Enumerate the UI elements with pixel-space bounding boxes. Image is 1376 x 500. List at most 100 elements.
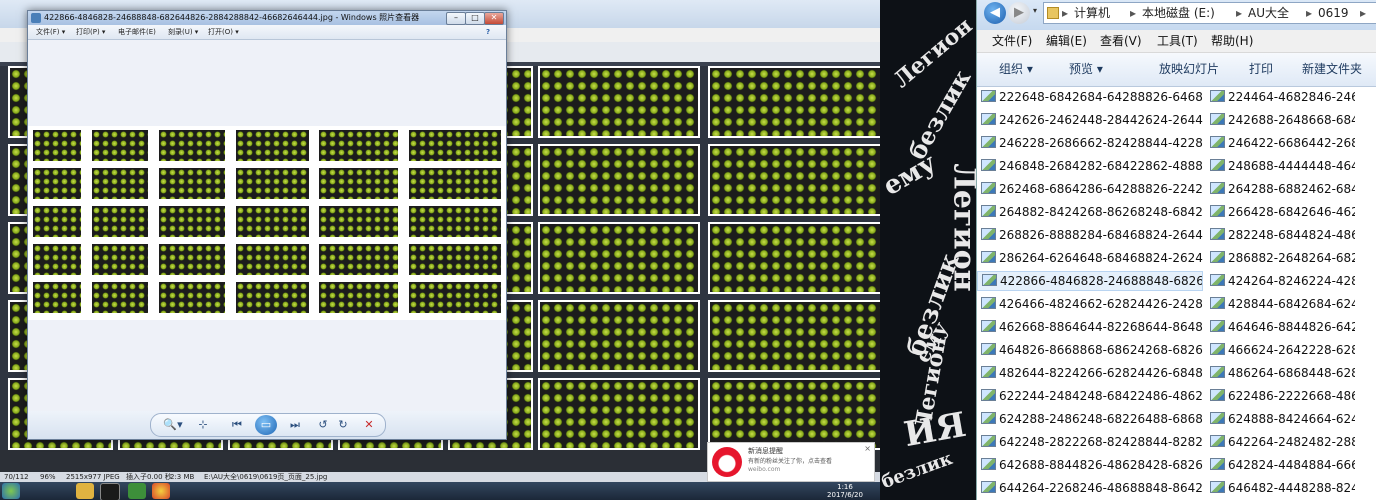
image-file-icon [1210, 113, 1225, 125]
zoom-icon[interactable]: 🔍▾ [161, 418, 185, 432]
file-list-item[interactable]: 422866-4846828-24688848-6826... [977, 271, 1203, 291]
maximize-button[interactable]: □ [465, 12, 485, 25]
menu-burn[interactable]: 刻录(U) ▾ [168, 26, 198, 38]
menu-open[interactable]: 打开(O) ▾ [208, 26, 239, 38]
image-grid-tile [317, 242, 400, 277]
file-list-item[interactable]: 242688-2648668-6842 [1206, 110, 1355, 130]
slideshow-icon[interactable]: ▭ [255, 415, 277, 435]
file-list-item[interactable]: 266428-6842646-4628 [1206, 202, 1355, 222]
menu-help[interactable]: 帮助(H) [1211, 34, 1253, 48]
image-file-icon [981, 297, 996, 309]
file-list-item[interactable]: 624288-2486248-68226488-6868... [977, 409, 1203, 429]
file-list-item[interactable]: 246422-6686442-2684 [1206, 133, 1355, 153]
rotate-left-icon[interactable]: ↺ [315, 418, 331, 432]
file-list-item[interactable]: 482644-8224266-62824426-6848... [977, 363, 1203, 383]
file-list-item[interactable]: 426466-4824662-62824426-2428... [977, 294, 1203, 314]
image-grid-tile [407, 280, 503, 315]
file-list-item[interactable]: 246848-2684282-68422862-4888... [977, 156, 1203, 176]
file-list-item[interactable]: 242626-2462448-28442624-2644... [977, 110, 1203, 130]
app-taskbar-icon[interactable] [100, 483, 120, 500]
file-list-item[interactable]: 466624-2642228-6282 [1206, 340, 1355, 360]
menu-email[interactable]: 电子邮件(E) [118, 26, 156, 38]
breadcrumb-computer[interactable]: 计算机 [1074, 6, 1110, 20]
delete-icon[interactable]: ✕ [361, 418, 377, 432]
image-file-icon [1210, 205, 1225, 217]
file-list-item[interactable]: 462668-8864644-82268644-8648... [977, 317, 1203, 337]
menu-print[interactable]: 打印(P) ▾ [76, 26, 105, 38]
menu-edit[interactable]: 编辑(E) [1046, 34, 1087, 48]
minimize-button[interactable]: – [446, 12, 466, 25]
file-list-item[interactable]: 622486-2222668-4868 [1206, 386, 1355, 406]
file-list-item[interactable]: 222648-6842684-64288826-6468... [977, 87, 1203, 107]
explorer-taskbar-icon[interactable] [76, 483, 94, 499]
start-button-icon[interactable] [2, 483, 20, 499]
slideshow-button[interactable]: 放映幻灯片 [1159, 62, 1219, 76]
file-list-item[interactable]: 428844-6842684-6244 [1206, 294, 1355, 314]
photo-viewer-titlebar[interactable]: 422866-4846828-24688848-682644826-288428… [28, 11, 506, 25]
file-list-item[interactable]: 262468-6864286-64288826-2242... [977, 179, 1203, 199]
file-name: 464646-8844826-6428 [1228, 320, 1355, 334]
file-list-item[interactable]: 286882-2648264-6822 [1206, 248, 1355, 268]
file-list-item[interactable]: 282248-6844824-4868 [1206, 225, 1355, 245]
forward-button[interactable]: ▶ [1008, 2, 1030, 24]
rotate-right-icon[interactable]: ↻ [335, 418, 351, 432]
file-list-item[interactable]: 424264-8246224-4284 [1206, 271, 1355, 291]
next-icon[interactable]: ⏭ [285, 418, 305, 432]
menu-file[interactable]: 文件(F) [992, 34, 1032, 48]
file-list-item[interactable]: 646482-4448288-8242 [1206, 478, 1355, 498]
file-list-item[interactable]: 622244-2484248-68422486-4862... [977, 386, 1203, 406]
file-list-item[interactable]: 246228-2686662-82428844-4228... [977, 133, 1203, 153]
image-grid-tile [407, 204, 503, 239]
print-button[interactable]: 打印 [1249, 62, 1273, 76]
photo-viewer-canvas[interactable] [28, 40, 506, 411]
file-name: 428844-6842684-6244 [1228, 297, 1355, 311]
address-bar[interactable]: ▸ 计算机 ▸ 本地磁盘 (E:) ▸ AU大全 ▸ 0619 ▸ [1043, 2, 1376, 24]
help-icon[interactable]: ? [486, 26, 490, 38]
file-name: 622486-2222668-4868 [1228, 389, 1355, 403]
background-thumbnail-tile [538, 144, 700, 216]
menu-tools[interactable]: 工具(T) [1157, 34, 1198, 48]
breadcrumb-au-daquan[interactable]: AU大全 [1248, 6, 1289, 20]
file-list-item[interactable]: 624888-8424664-6248 [1206, 409, 1355, 429]
menu-view[interactable]: 查看(V) [1100, 34, 1142, 48]
preview-button[interactable]: 预览 ▾ [1069, 62, 1103, 76]
file-list-item[interactable]: 642248-2822268-82428844-8282... [977, 432, 1203, 452]
image-file-icon [981, 412, 996, 424]
file-list-item[interactable]: 286264-6264648-68468824-2624... [977, 248, 1203, 268]
file-list-item[interactable]: 642824-4484884-6668 [1206, 455, 1355, 475]
organize-button[interactable]: 组织 ▾ [999, 62, 1033, 76]
file-list-item[interactable]: 644264-2268246-48688848-8642... [977, 478, 1203, 498]
breadcrumb-0619[interactable]: 0619 [1318, 6, 1349, 20]
actual-size-icon[interactable]: ⊹ [195, 418, 211, 432]
image-file-icon [981, 90, 996, 102]
image-grid-tile [31, 204, 83, 239]
new-folder-button[interactable]: 新建文件夹 [1302, 62, 1362, 76]
app-taskbar-icon[interactable] [128, 483, 146, 499]
file-list-item[interactable]: 464646-8844826-6428 [1206, 317, 1355, 337]
file-list-item[interactable]: 264288-6882462-6842 [1206, 179, 1355, 199]
explorer-nav-bar: ◀ ▶ ▾ ▸ 计算机 ▸ 本地磁盘 (E:) ▸ AU大全 ▸ 0619 ▸ [977, 0, 1376, 30]
image-grid-tile [317, 204, 400, 239]
image-file-icon [1210, 389, 1225, 401]
recent-pages-dropdown[interactable]: ▾ [1033, 6, 1037, 15]
previous-icon[interactable]: ⏮ [227, 418, 247, 432]
file-list-item[interactable]: 268826-8888284-68468824-2644... [977, 225, 1203, 245]
close-button[interactable]: ✕ [484, 12, 504, 25]
file-list-item[interactable]: 486264-6868448-6282 [1206, 363, 1355, 383]
file-list-item[interactable]: 464826-8668868-68624268-6826... [977, 340, 1203, 360]
back-button[interactable]: ◀ [984, 2, 1006, 24]
file-list-item[interactable]: 642688-8844826-48628428-6826... [977, 455, 1203, 475]
menu-file[interactable]: 文件(F) ▾ [36, 26, 65, 38]
weibo-notification[interactable]: 新消息提醒 有新的粉丝关注了你，点击查看 weibo.com × [707, 442, 875, 482]
tray-clock[interactable]: 1:16 2017/6/20 [820, 483, 870, 499]
image-grid-tile [317, 166, 400, 201]
file-name: 464826-8668868-68624268-6826... [999, 343, 1203, 357]
file-list-item[interactable]: 248688-4444448-4642 [1206, 156, 1355, 176]
file-list-item[interactable]: 224464-4682846-2462 [1206, 87, 1355, 107]
file-name: 248688-4444448-4642 [1228, 159, 1355, 173]
file-list-item[interactable]: 642264-2482482-2888 [1206, 432, 1355, 452]
breadcrumb-drive-e[interactable]: 本地磁盘 (E:) [1142, 6, 1215, 20]
file-list-item[interactable]: 264882-8424268-86268248-6842... [977, 202, 1203, 222]
browser-taskbar-icon[interactable] [152, 483, 170, 499]
notification-close-icon[interactable]: × [864, 444, 871, 453]
